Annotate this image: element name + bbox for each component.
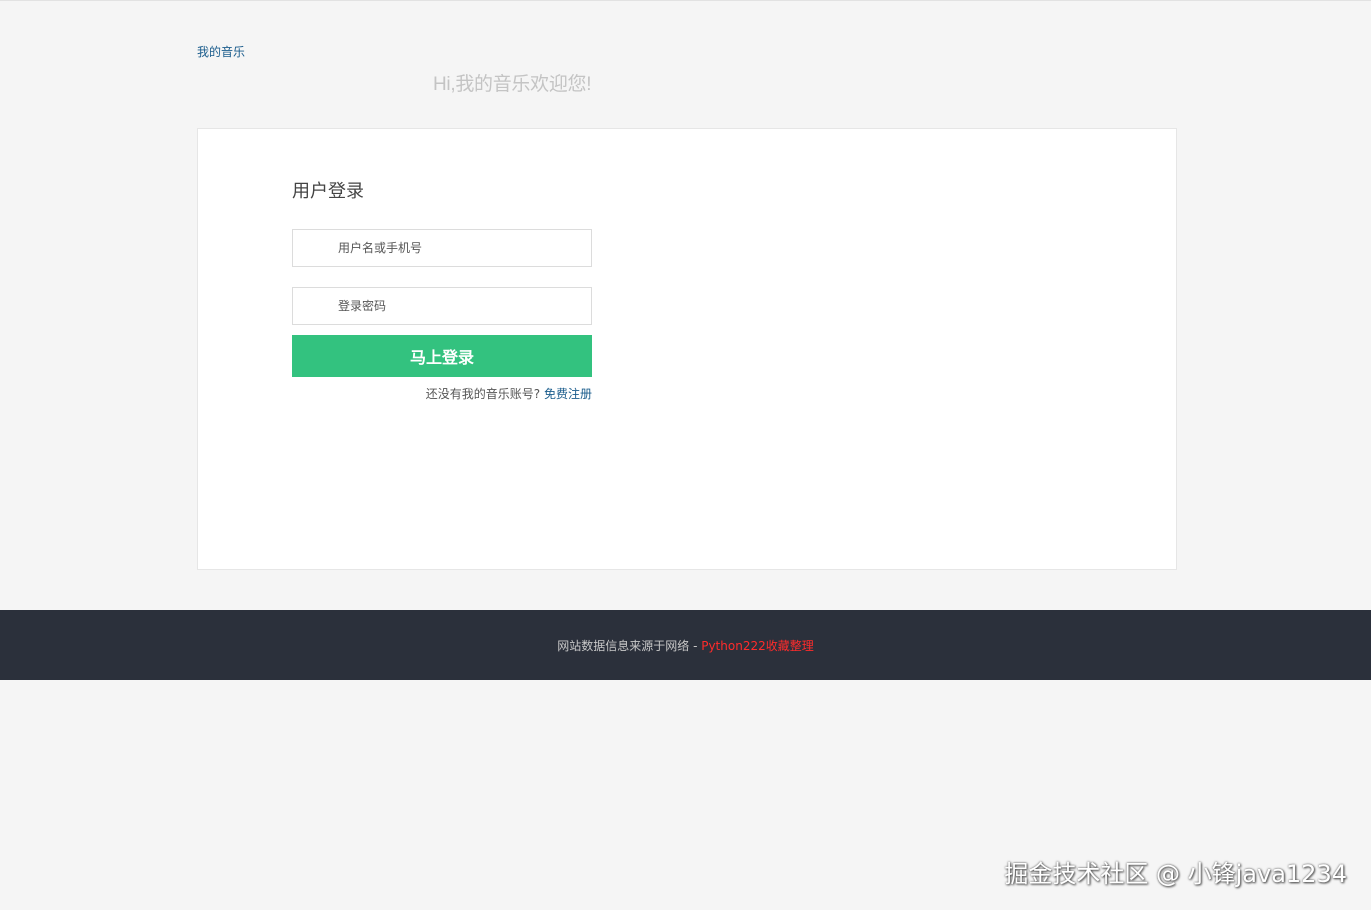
footer-source-text: 网站数据信息来源于网络 - [557, 639, 702, 653]
register-row: 还没有我的音乐账号? 免费注册 [292, 385, 592, 402]
footer: 网站数据信息来源于网络 - Python222收藏整理 [0, 610, 1371, 680]
login-card: 用户登录 马上登录 还没有我的音乐账号? 免费注册 [197, 128, 1177, 570]
footer-credit: Python222收藏整理 [701, 639, 814, 653]
password-input[interactable] [292, 287, 592, 325]
top-divider [0, 0, 1371, 1]
login-title: 用户登录 [292, 181, 364, 202]
watermark: 掘金技术社区 @ 小锋java1234 [1004, 860, 1347, 888]
welcome-heading: Hi,我的音乐欢迎您! [433, 74, 592, 95]
username-input[interactable] [292, 229, 592, 267]
no-account-text: 还没有我的音乐账号? [425, 387, 541, 401]
register-link[interactable]: 免费注册 [544, 387, 592, 401]
login-button[interactable]: 马上登录 [292, 335, 592, 377]
footer-text: 网站数据信息来源于网络 - Python222收藏整理 [0, 637, 1371, 654]
brand-link[interactable]: 我的音乐 [197, 43, 245, 60]
